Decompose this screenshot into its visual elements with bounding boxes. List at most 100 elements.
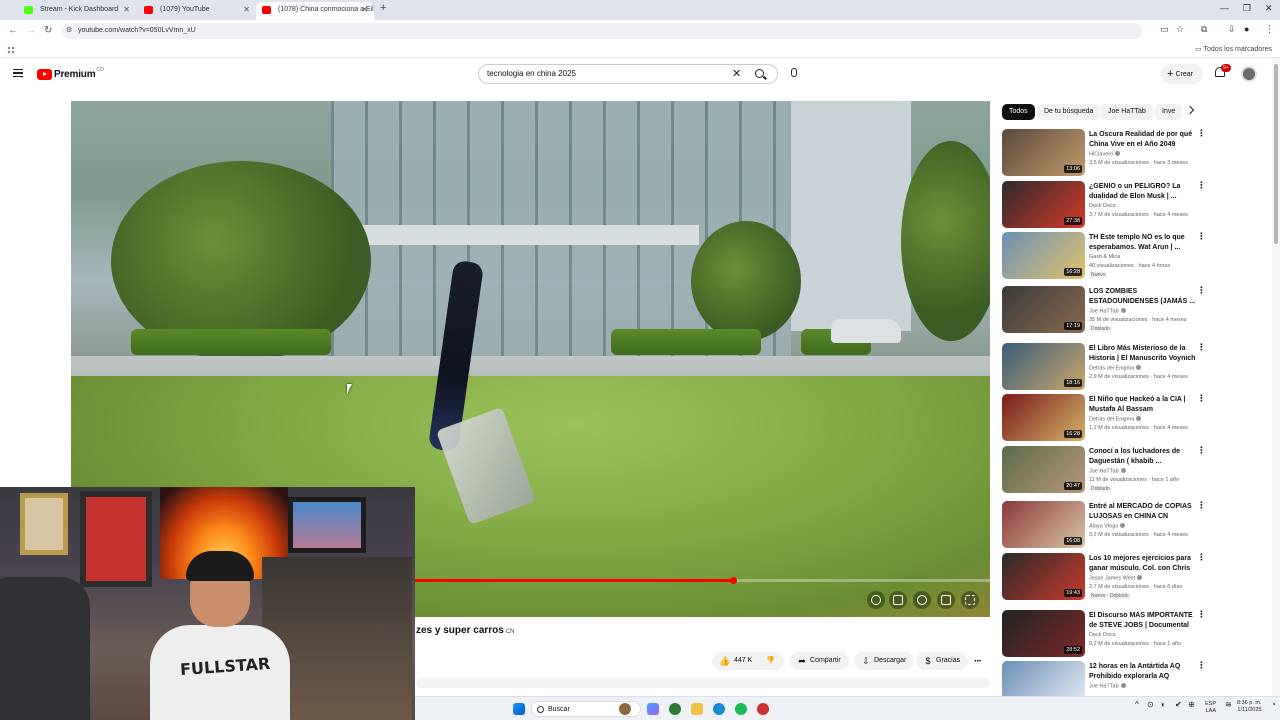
thumbs-down-icon[interactable]: 👎 bbox=[766, 652, 775, 670]
recommendation-channel[interactable]: HiClavero bbox=[1089, 151, 1121, 158]
search-icon[interactable] bbox=[755, 69, 764, 78]
clock[interactable]: 8:36 p. m. 1/11/2025 bbox=[1237, 700, 1261, 714]
recommendation-item[interactable]: 28:52 El Discurso MÁS IMPORTANTE de STEVE… bbox=[1002, 610, 1206, 658]
chip-inve[interactable]: Inve bbox=[1155, 104, 1183, 120]
windows-start-icon[interactable] bbox=[513, 703, 525, 715]
recommendation-title[interactable]: TH Este templo NO es lo que esperabamos.… bbox=[1089, 233, 1197, 252]
forward-icon[interactable]: → bbox=[26, 25, 36, 36]
fullscreen-icon[interactable] bbox=[961, 591, 979, 609]
recording-app-icon[interactable] bbox=[757, 703, 769, 715]
recommendation-channel[interactable]: Joe HaTTab bbox=[1089, 683, 1126, 690]
cast-icon[interactable]: ▭ bbox=[1160, 24, 1169, 35]
chip-joe-hattab[interactable]: Joe HaTTab bbox=[1101, 104, 1153, 120]
apps-grid-icon[interactable] bbox=[7, 46, 15, 54]
edge-icon[interactable] bbox=[713, 703, 725, 715]
recommendation-title[interactable]: Conocí a los luchadores de Daguestán ( k… bbox=[1089, 447, 1197, 466]
reload-icon[interactable]: ↻ bbox=[44, 25, 52, 36]
minimize-icon[interactable]: — bbox=[1220, 3, 1229, 13]
more-options-icon[interactable]: ⋮ bbox=[1197, 446, 1206, 455]
back-icon[interactable]: ← bbox=[8, 25, 18, 36]
recommendation-channel[interactable]: Joe HaTTab bbox=[1089, 308, 1126, 315]
scrollbar-thumb[interactable] bbox=[1274, 64, 1278, 244]
recommendation-title[interactable]: Los 10 mejores ejercicios para ganar mús… bbox=[1089, 554, 1197, 573]
recommendation-title[interactable]: El Discurso MÁS IMPORTANTE de STEVE JOBS… bbox=[1089, 611, 1197, 630]
video-thumbnail[interactable]: 20:47 bbox=[1002, 446, 1085, 493]
recommendation-channel[interactable]: Joe HaTTab bbox=[1089, 468, 1126, 475]
tray-app-icon[interactable]: ⊙ bbox=[1147, 701, 1154, 709]
download-button[interactable]: ⇩ Descargar bbox=[854, 652, 915, 670]
browser-tab-kick[interactable]: Stream - Kick Dashboard ✕ bbox=[18, 2, 136, 20]
more-options-icon[interactable]: ⋮ bbox=[1197, 553, 1206, 562]
spotify-icon[interactable] bbox=[735, 703, 747, 715]
video-thumbnail[interactable]: 16:28 bbox=[1002, 394, 1085, 441]
browser-tab-youtube[interactable]: (1079) YouTube ✕ bbox=[138, 2, 256, 20]
autoplay-toggle-icon[interactable] bbox=[867, 591, 885, 609]
subtitles-icon[interactable] bbox=[889, 591, 907, 609]
recommendation-item[interactable]: 13:06 La Oscura Realidad de por qué China… bbox=[1002, 129, 1206, 177]
recommendation-channel[interactable]: Gasti & Mica bbox=[1089, 254, 1120, 260]
recommendation-item[interactable]: 20:47 Conocí a los luchadores de Daguestá… bbox=[1002, 446, 1206, 494]
recommendation-item[interactable]: 27:38 ¿GENIO o un PELIGRO? La dualidad de… bbox=[1002, 181, 1206, 229]
page-scrollbar[interactable] bbox=[1272, 58, 1280, 698]
recommendation-channel[interactable]: Alaya Vlogs bbox=[1089, 523, 1126, 530]
extensions-icon[interactable]: ⧉ bbox=[1201, 24, 1207, 35]
miniplayer-icon[interactable] bbox=[937, 591, 955, 609]
video-thumbnail[interactable]: 18:16 bbox=[1002, 343, 1085, 390]
video-thumbnail[interactable]: 13:06 bbox=[1002, 129, 1085, 176]
recommendation-title[interactable]: El Niño que Hackeó a la CIA | Mustafa Al… bbox=[1089, 395, 1197, 414]
like-button[interactable]: 👍 447 K 👎 bbox=[712, 652, 784, 670]
chip-de-tu-busqueda[interactable]: De tu búsqueda bbox=[1037, 104, 1101, 120]
new-tab-icon[interactable]: + bbox=[380, 2, 386, 14]
url-field[interactable]: ⚙ youtube.com/watch?v=050LvVmn_xU bbox=[62, 23, 1142, 39]
more-options-icon[interactable]: ⋮ bbox=[1197, 661, 1206, 670]
settings-gear-icon[interactable] bbox=[913, 591, 931, 609]
more-options-icon[interactable]: ⋮ bbox=[1197, 610, 1206, 619]
more-options-icon[interactable]: ⋮ bbox=[1197, 343, 1206, 352]
recommendation-item[interactable]: 17:19 LOS ZOMBIES ESTADOUNIDENSES (JAMÁS … bbox=[1002, 286, 1206, 334]
tray-app-icon[interactable]: ⊕ bbox=[1188, 701, 1195, 709]
share-button[interactable]: ➦ Compartir bbox=[790, 652, 849, 670]
video-thumbnail[interactable]: 27:38 bbox=[1002, 181, 1085, 228]
more-options-icon[interactable]: ⋮ bbox=[1197, 394, 1206, 403]
recommendation-channel[interactable]: Jesse James West bbox=[1089, 575, 1143, 582]
recommendation-channel[interactable]: Detrás del Enigma bbox=[1089, 416, 1142, 423]
chevron-right-icon[interactable] bbox=[1185, 105, 1195, 115]
recommendation-item[interactable]: 16:08 Entré al MERCADO de COPIAS LUJOSAS … bbox=[1002, 501, 1206, 549]
bookmark-star-icon[interactable]: ☆ bbox=[1176, 24, 1184, 35]
video-thumbnail[interactable]: 19:43 bbox=[1002, 553, 1085, 600]
microphone-icon[interactable] bbox=[791, 68, 797, 77]
recommendation-channel[interactable]: Deck Docs bbox=[1089, 632, 1116, 638]
scrubber-handle[interactable] bbox=[729, 577, 737, 584]
tray-app-icon[interactable]: ✔ bbox=[1175, 701, 1182, 709]
close-icon[interactable]: ✕ bbox=[123, 2, 130, 18]
browser-tab-active-video[interactable]: (1078) China conmociona a Eil ✕ bbox=[256, 2, 374, 20]
video-thumbnail[interactable]: 16:08 bbox=[1002, 501, 1085, 548]
close-window-icon[interactable]: ✕ bbox=[1265, 3, 1273, 14]
downloads-icon[interactable]: ⇩ bbox=[1228, 24, 1236, 35]
more-options-icon[interactable]: ⋮ bbox=[1197, 501, 1206, 510]
recommendation-channel[interactable]: Deck Docs bbox=[1089, 203, 1116, 209]
close-icon[interactable]: ✕ bbox=[243, 2, 250, 18]
more-options-icon[interactable]: ⋮ bbox=[1197, 129, 1206, 138]
recommendation-item[interactable]: 16:28 TH Este templo NO es lo que esperab… bbox=[1002, 232, 1206, 280]
menu-icon[interactable] bbox=[13, 69, 23, 77]
video-thumbnail[interactable]: 17:19 bbox=[1002, 286, 1085, 333]
browser-menu-icon[interactable]: ⋮ bbox=[1265, 24, 1274, 35]
chip-todos[interactable]: Todos bbox=[1002, 104, 1035, 120]
recommendation-item[interactable]: 12 horas en la Antártida AQ Prohibido ex… bbox=[1002, 661, 1206, 708]
video-thumbnail[interactable]: 28:52 bbox=[1002, 610, 1085, 657]
all-bookmarks-button[interactable]: ▭ Todos los marcadores bbox=[1195, 45, 1272, 53]
clear-search-icon[interactable]: ✕ bbox=[732, 65, 741, 83]
tray-chevron-icon[interactable]: ^ bbox=[1135, 701, 1139, 709]
youtube-premium-logo[interactable]: Premium CO bbox=[37, 67, 104, 80]
notification-center-icon[interactable]: ◔ bbox=[1271, 701, 1276, 709]
search-input[interactable]: tecnologia en china 2025 ✕ bbox=[478, 64, 778, 84]
file-explorer-icon[interactable] bbox=[691, 703, 703, 715]
profile-icon[interactable]: ● bbox=[1244, 24, 1249, 34]
thanks-button[interactable]: $ Gracias bbox=[916, 652, 969, 670]
create-button[interactable]: + Crear bbox=[1161, 64, 1203, 84]
recommendation-title[interactable]: 12 horas en la Antártida AQ Prohibido ex… bbox=[1089, 662, 1197, 681]
video-thumbnail[interactable]: 16:28 bbox=[1002, 232, 1085, 279]
site-info-icon[interactable]: ⚙ bbox=[66, 23, 72, 39]
recommendation-title[interactable]: La Oscura Realidad de por qué China Vive… bbox=[1089, 130, 1197, 149]
